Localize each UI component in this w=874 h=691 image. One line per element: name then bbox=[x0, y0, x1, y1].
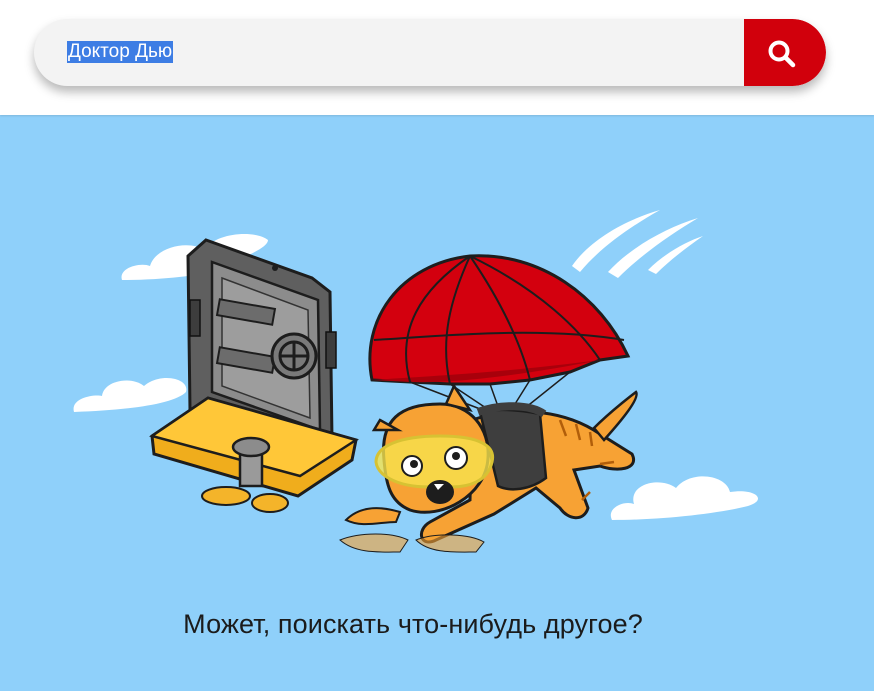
search-button[interactable] bbox=[744, 19, 826, 86]
safe-icon bbox=[149, 238, 360, 513]
header: Доктор Дью bbox=[0, 0, 874, 115]
wind-lines-icon bbox=[572, 210, 703, 278]
cat-icon bbox=[339, 383, 638, 553]
parachute-icon bbox=[368, 254, 631, 413]
search-input[interactable]: Доктор Дью bbox=[34, 19, 734, 86]
search-bar: Доктор Дью bbox=[34, 19, 826, 86]
not-found-illustration bbox=[73, 210, 759, 553]
not-found-message: Может, поискать что-нибудь другое? bbox=[183, 609, 643, 639]
search-icon bbox=[768, 40, 796, 68]
search-input-value[interactable]: Доктор Дью bbox=[67, 41, 174, 63]
